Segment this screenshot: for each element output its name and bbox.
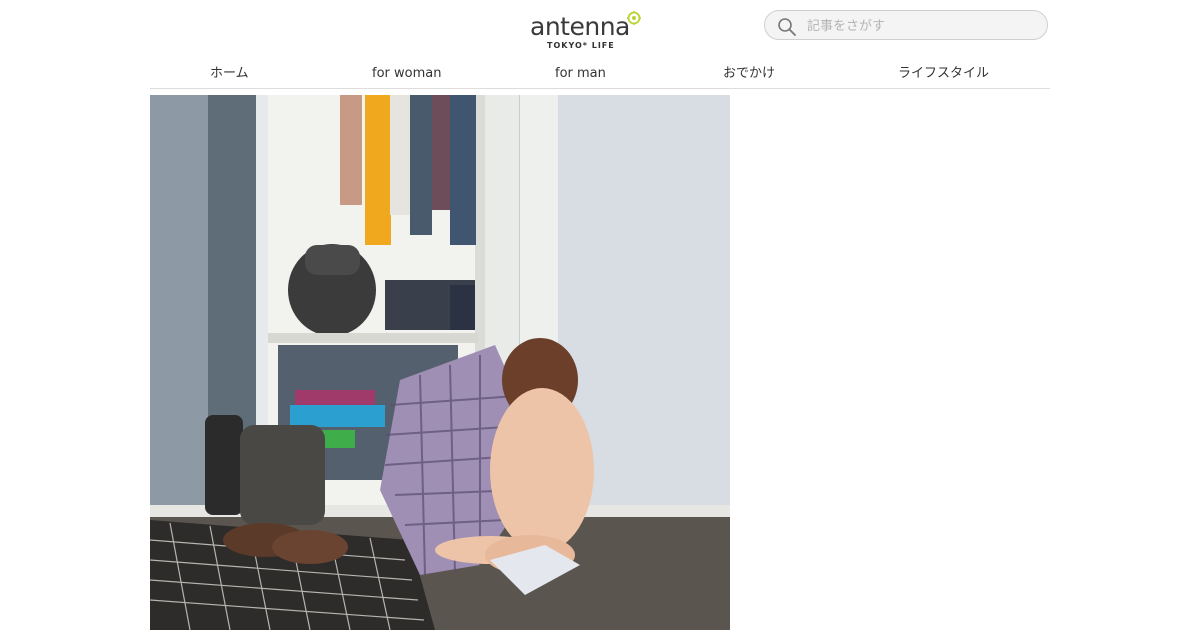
nav-item-lifestyle[interactable]: ライフスタイル (898, 65, 989, 83)
hero-image[interactable] (150, 95, 730, 630)
site-header: antenna TOKYO* LIFE (0, 0, 1200, 60)
search-input[interactable] (805, 15, 1039, 37)
logo-sparkle-icon (627, 11, 641, 25)
logo-tagline: TOKYO* LIFE (547, 41, 615, 50)
main-nav: ホーム for woman for man おでかけ ライフスタイル (150, 62, 1050, 89)
nav-item-for-man[interactable]: for man (555, 65, 606, 83)
nav-item-odekake[interactable]: おでかけ (723, 65, 775, 83)
logo-wordmark: antenna (530, 12, 630, 41)
hero-photo-illustration (150, 95, 730, 630)
search-icon[interactable] (777, 17, 797, 37)
search-box[interactable] (764, 10, 1048, 40)
nav-item-home[interactable]: ホーム (210, 65, 249, 83)
nav-item-for-woman[interactable]: for woman (372, 65, 441, 83)
site-logo[interactable]: antenna TOKYO* LIFE (528, 8, 644, 52)
